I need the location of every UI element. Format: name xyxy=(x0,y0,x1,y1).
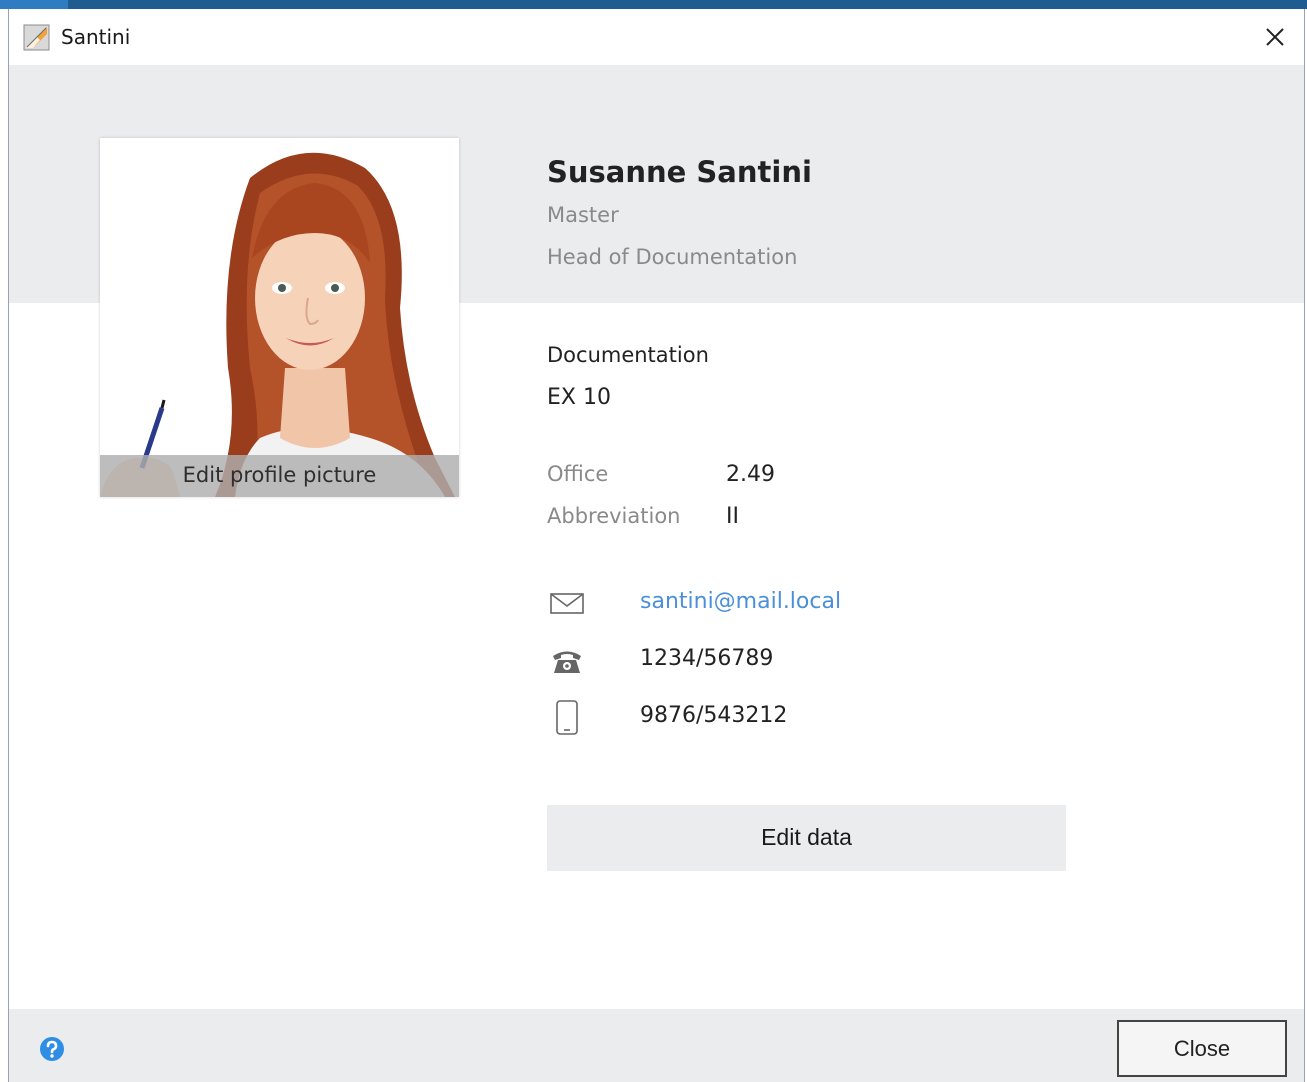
mobile-number: 9876/543212 xyxy=(640,703,788,728)
mail-icon xyxy=(550,593,584,614)
edit-profile-picture-button[interactable]: Edit profile picture xyxy=(100,455,459,497)
phone-icon xyxy=(553,651,581,673)
edit-profile-picture-label: Edit profile picture xyxy=(182,463,377,487)
room: EX 10 xyxy=(547,385,611,410)
taskbar-accent xyxy=(0,0,68,9)
edit-data-button[interactable]: Edit data xyxy=(547,805,1066,871)
email-link[interactable]: santini@mail.local xyxy=(640,589,841,614)
help-icon[interactable] xyxy=(39,1036,65,1062)
office-label: Office xyxy=(547,462,609,486)
edit-data-label: Edit data xyxy=(761,824,852,850)
taskbar-strip xyxy=(0,0,1307,9)
portrait-image xyxy=(100,138,459,497)
person-name: Susanne Santini xyxy=(547,155,812,189)
department: Documentation xyxy=(547,343,709,367)
person-title: Master xyxy=(547,203,619,227)
dialog-footer: Close xyxy=(9,1009,1304,1082)
profile-picture: Edit profile picture xyxy=(100,138,459,497)
abbreviation-value: II xyxy=(726,504,739,529)
close-icon[interactable] xyxy=(1260,22,1290,52)
close-button-label: Close xyxy=(1173,1036,1231,1061)
abbreviation-label: Abbreviation xyxy=(547,504,681,528)
close-button[interactable]: Close xyxy=(1117,1020,1287,1077)
profile-dialog: Santini Edit profile picture Susanne San… xyxy=(8,9,1305,1082)
phone-number: 1234/56789 xyxy=(640,646,774,671)
person-position: Head of Documentation xyxy=(547,245,798,269)
window-title: Santini xyxy=(61,25,131,49)
title-bar: Santini xyxy=(9,9,1304,65)
mobile-phone-icon xyxy=(556,700,578,735)
santini-app-icon xyxy=(23,24,50,51)
office-value: 2.49 xyxy=(726,462,775,487)
